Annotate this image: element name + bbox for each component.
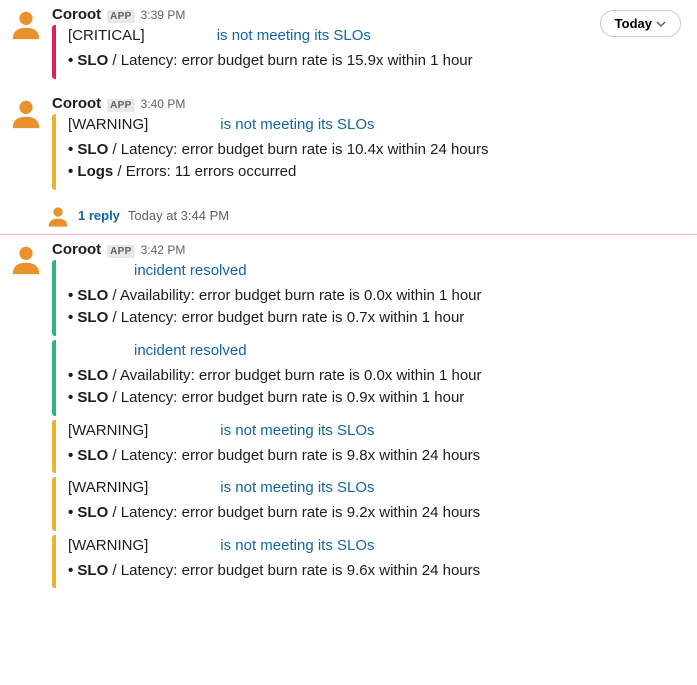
message-header: Coroot APP 3:42 PM [52,241,689,258]
line-label: SLO [77,447,108,464]
attachment-link[interactable]: incident resolved [134,262,247,279]
attachment: [WARNING] is not meeting its SLOs • SLO / … [52,114,689,190]
avatar[interactable] [8,241,44,277]
line-label: SLO [77,367,108,384]
message-list: Coroot APP 3:39 PM [CRITICAL] is not meeting… [0,0,697,598]
attachment: [WARNING] is not meeting its SLOs • SLO / … [52,420,689,474]
attachment-link[interactable]: is not meeting its SLOs [217,27,371,44]
timestamp[interactable]: 3:39 PM [141,8,186,22]
line-label: SLO [77,562,108,579]
bullet: • [68,309,77,326]
attachment: [WARNING] is not meeting its SLOs • SLO / … [52,535,689,589]
attachment-line: • Logs / Errors: 11 errors occurred [68,161,689,184]
line-text: / Latency: error budget burn rate is 0.9… [108,389,464,406]
attachment-line: • SLO / Latency: error budget burn rate … [68,139,689,162]
attachment: [CRITICAL] is not meeting its SLOs • SLO /… [52,25,689,79]
line-label: SLO [77,141,108,158]
bullet: • [68,504,77,521]
attachment-link[interactable]: is not meeting its SLOs [220,422,374,439]
avatar[interactable] [8,95,44,131]
message: Coroot APP 3:42 PM incident resolved • SLO /… [0,235,697,599]
message-body: Coroot APP 3:39 PM [CRITICAL] is not meeting… [52,6,689,83]
message-body: Coroot APP 3:40 PM [WARNING] is not meeting … [52,95,689,194]
line-text: / Availability: error budget burn rate i… [108,287,481,304]
line-text: / Latency: error budget burn rate is 9.6… [108,562,480,579]
line-label: Logs [77,163,113,180]
bullet: • [68,447,77,464]
reply-avatar [46,204,70,228]
attachment-link[interactable]: is not meeting its SLOs [220,479,374,496]
line-text: / Availability: error budget burn rate i… [108,367,481,384]
app-badge: APP [107,245,134,258]
attachment-line: • SLO / Latency: error budget burn rate … [68,387,689,410]
line-text: / Latency: error budget burn rate is 9.2… [108,504,480,521]
message: Coroot APP 3:39 PM [CRITICAL] is not meeting… [0,0,697,89]
sender-name[interactable]: Coroot [52,95,101,112]
timestamp[interactable]: 3:42 PM [141,243,186,257]
thread-replies[interactable]: 1 reply Today at 3:44 PM [0,200,697,234]
reply-timestamp: Today at 3:44 PM [128,208,229,223]
sender-name[interactable]: Coroot [52,6,101,23]
message-header: Coroot APP 3:40 PM [52,95,689,112]
attachment-header: [CRITICAL] is not meeting its SLOs [68,27,689,44]
attachment-line: • SLO / Availability: error budget burn … [68,285,689,308]
message: Coroot APP 3:40 PM [WARNING] is not meeting … [0,89,697,200]
line-text: / Latency: error budget burn rate is 9.8… [108,447,480,464]
attachment-line: • SLO / Availability: error budget burn … [68,365,689,388]
line-label: SLO [77,309,108,326]
timestamp[interactable]: 3:40 PM [141,97,186,111]
app-badge: APP [107,99,134,112]
line-label: SLO [77,504,108,521]
attachment-header: incident resolved [68,342,689,359]
bullet: • [68,287,77,304]
attachment-status: [CRITICAL] [68,27,145,44]
attachment-link[interactable]: is not meeting its SLOs [220,116,374,133]
attachment-header: [WARNING] is not meeting its SLOs [68,422,689,439]
attachment: incident resolved • SLO / Availability: e… [52,260,689,336]
line-text: / Latency: error budget burn rate is 10.… [108,141,488,158]
attachment-line: • SLO / Latency: error budget burn rate … [68,445,689,468]
reply-count[interactable]: 1 reply [78,208,120,223]
attachment-header: incident resolved [68,262,689,279]
line-text: / Errors: 11 errors occurred [113,163,296,180]
attachment-line: • SLO / Latency: error budget burn rate … [68,307,689,330]
app-badge: APP [107,10,134,23]
attachment-line: • SLO / Latency: error budget burn rate … [68,50,689,73]
attachment: incident resolved • SLO / Availability: e… [52,340,689,416]
attachment: [WARNING] is not meeting its SLOs • SLO / … [52,477,689,531]
attachment-status: [WARNING] [68,422,148,439]
attachment-status: [WARNING] [68,479,148,496]
attachment-line: • SLO / Latency: error budget burn rate … [68,502,689,525]
message-header: Coroot APP 3:39 PM [52,6,689,23]
bullet: • [68,389,77,406]
line-label: SLO [77,389,108,406]
bullet: • [68,52,77,69]
bullet: • [68,141,77,158]
attachment-link[interactable]: is not meeting its SLOs [220,537,374,554]
bullet: • [68,562,77,579]
attachment-status: [WARNING] [68,537,148,554]
line-text: / Latency: error budget burn rate is 15.… [108,52,472,69]
message-body: Coroot APP 3:42 PM incident resolved • SLO /… [52,241,689,593]
line-label: SLO [77,287,108,304]
bullet: • [68,163,77,180]
attachment-header: [WARNING] is not meeting its SLOs [68,479,689,496]
line-label: SLO [77,52,108,69]
attachment-header: [WARNING] is not meeting its SLOs [68,116,689,133]
avatar[interactable] [8,6,44,42]
attachment-header: [WARNING] is not meeting its SLOs [68,537,689,554]
attachment-link[interactable]: incident resolved [134,342,247,359]
sender-name[interactable]: Coroot [52,241,101,258]
attachment-status: [WARNING] [68,116,148,133]
bullet: • [68,367,77,384]
line-text: / Latency: error budget burn rate is 0.7… [108,309,464,326]
attachment-line: • SLO / Latency: error budget burn rate … [68,560,689,583]
